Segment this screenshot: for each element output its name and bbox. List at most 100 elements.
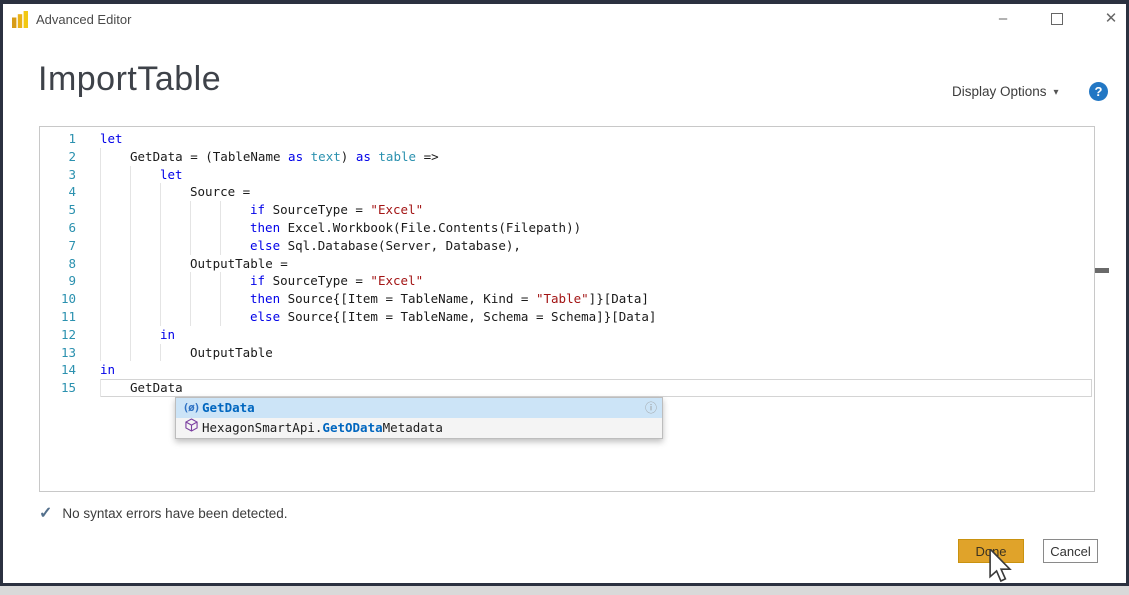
- code-line[interactable]: 15 GetData: [40, 379, 1094, 397]
- indent-guide: [130, 290, 160, 308]
- code-token: else: [250, 308, 280, 326]
- code-line[interactable]: 1let: [40, 130, 1094, 148]
- cancel-button[interactable]: Cancel: [1043, 539, 1098, 563]
- indent-guide: [220, 290, 250, 308]
- powerbi-logo-icon: [12, 11, 29, 28]
- check-icon: ✓: [39, 505, 52, 522]
- code-token: OutputTable: [190, 344, 273, 362]
- code-token: Excel.Workbook(File.Contents(Filepath)): [280, 219, 581, 237]
- display-options-label: Display Options: [952, 84, 1047, 99]
- code-line[interactable]: 12in: [40, 326, 1094, 344]
- line-number: 10: [40, 290, 76, 308]
- indent-guide: [100, 219, 130, 237]
- code-line[interactable]: 9 if SourceType = "Excel": [40, 272, 1094, 290]
- code-line[interactable]: 11 else Source{[Item = TableName, Schema …: [40, 308, 1094, 326]
- indent-guide: [160, 183, 190, 201]
- line-number: 11: [40, 308, 76, 326]
- indent-guide: [220, 237, 250, 255]
- code-token: then: [250, 290, 280, 308]
- code-token: else: [250, 237, 280, 255]
- indent-guide: [100, 166, 130, 184]
- code-line[interactable]: 6 then Excel.Workbook(File.Contents(Filep…: [40, 219, 1094, 237]
- line-number: 8: [40, 255, 76, 273]
- code-token: [371, 148, 379, 166]
- code-token: Source{[Item = TableName, Schema = Schem…: [280, 308, 656, 326]
- line-number: 9: [40, 272, 76, 290]
- indent-guide: [100, 308, 130, 326]
- code-line[interactable]: 8 OutputTable =: [40, 255, 1094, 273]
- help-button[interactable]: ?: [1089, 82, 1108, 101]
- code-line[interactable]: 14in: [40, 361, 1094, 379]
- indent-guide: [130, 344, 160, 362]
- query-name-title: ImportTable: [38, 60, 221, 99]
- code-token: as: [288, 148, 303, 166]
- autocomplete-label: GetData: [202, 398, 255, 418]
- code-token: =>: [416, 148, 439, 166]
- titlebar: Advanced Editor – ✕: [3, 4, 1126, 38]
- code-line[interactable]: 7 else Sql.Database(Server, Database),: [40, 237, 1094, 255]
- done-button[interactable]: Done: [958, 539, 1024, 563]
- line-number: 15: [40, 379, 76, 397]
- line-number: 6: [40, 219, 76, 237]
- code-token: if: [250, 272, 265, 290]
- code-line[interactable]: 4 Source =: [40, 183, 1094, 201]
- code-token: ]}[Data]: [589, 290, 649, 308]
- autocomplete-item[interactable]: (ø)GetDataⓘ: [176, 398, 662, 418]
- indent-guide: [100, 183, 130, 201]
- code-line[interactable]: 2GetData = (TableName as text) as table …: [40, 148, 1094, 166]
- indent-guide: [100, 272, 130, 290]
- window-title: Advanced Editor: [36, 12, 131, 27]
- line-number: 3: [40, 166, 76, 184]
- code-token: table: [378, 148, 416, 166]
- code-token: "Excel": [370, 272, 423, 290]
- code-line[interactable]: 10then Source{[Item = TableName, Kind = …: [40, 290, 1094, 308]
- info-icon[interactable]: ⓘ: [645, 398, 657, 418]
- autocomplete-item[interactable]: HexagonSmartApi.GetODataMetadata: [176, 418, 662, 438]
- indent-guide: [100, 237, 130, 255]
- autocomplete-popup: (ø)GetDataⓘHexagonSmartApi.GetODataMetad…: [175, 397, 663, 439]
- indent-guide: [220, 272, 250, 290]
- code-line[interactable]: 13 OutputTable: [40, 344, 1094, 362]
- indent-guide: [130, 219, 160, 237]
- scrollbar-thumb[interactable]: [1095, 268, 1109, 273]
- code-line[interactable]: 3let: [40, 166, 1094, 184]
- code-token: "Table": [536, 290, 589, 308]
- indent-guide: [100, 326, 130, 344]
- code-token: in: [100, 361, 115, 379]
- indent-guide: [100, 379, 130, 397]
- indent-guide: [160, 272, 190, 290]
- line-number: 4: [40, 183, 76, 201]
- maximize-button[interactable]: [1040, 6, 1074, 32]
- code-token: Sql.Database(Server, Database),: [280, 237, 521, 255]
- indent-guide: [130, 272, 160, 290]
- line-number: 13: [40, 344, 76, 362]
- code-token: SourceType =: [265, 272, 370, 290]
- code-token: then: [250, 219, 280, 237]
- indent-guide: [130, 183, 160, 201]
- code-token: if: [250, 201, 265, 219]
- display-options-dropdown[interactable]: Display Options ▾: [952, 84, 1059, 99]
- minimize-button[interactable]: –: [986, 6, 1020, 32]
- code-token: text: [311, 148, 341, 166]
- indent-guide: [130, 308, 160, 326]
- indent-guide: [190, 272, 220, 290]
- advanced-editor-dialog: Advanced Editor – ✕ ImportTable Display …: [0, 0, 1129, 586]
- indent-guide: [160, 308, 190, 326]
- chevron-down-icon: ▾: [1054, 87, 1059, 98]
- code-line[interactable]: 5if SourceType = "Excel": [40, 201, 1094, 219]
- code-token: Source =: [190, 183, 250, 201]
- indent-guide: [100, 255, 130, 273]
- indent-guide: [190, 201, 220, 219]
- code-token: GetData: [130, 379, 183, 397]
- code-token: ): [341, 148, 356, 166]
- indent-guide: [160, 344, 190, 362]
- code-token: in: [160, 326, 175, 344]
- indent-guide: [100, 201, 130, 219]
- close-button[interactable]: ✕: [1094, 6, 1128, 32]
- code-token: OutputTable =: [190, 255, 288, 273]
- line-number: 7: [40, 237, 76, 255]
- module-icon: [180, 418, 202, 438]
- indent-guide: [100, 148, 130, 166]
- indent-guide: [130, 255, 160, 273]
- indent-guide: [160, 219, 190, 237]
